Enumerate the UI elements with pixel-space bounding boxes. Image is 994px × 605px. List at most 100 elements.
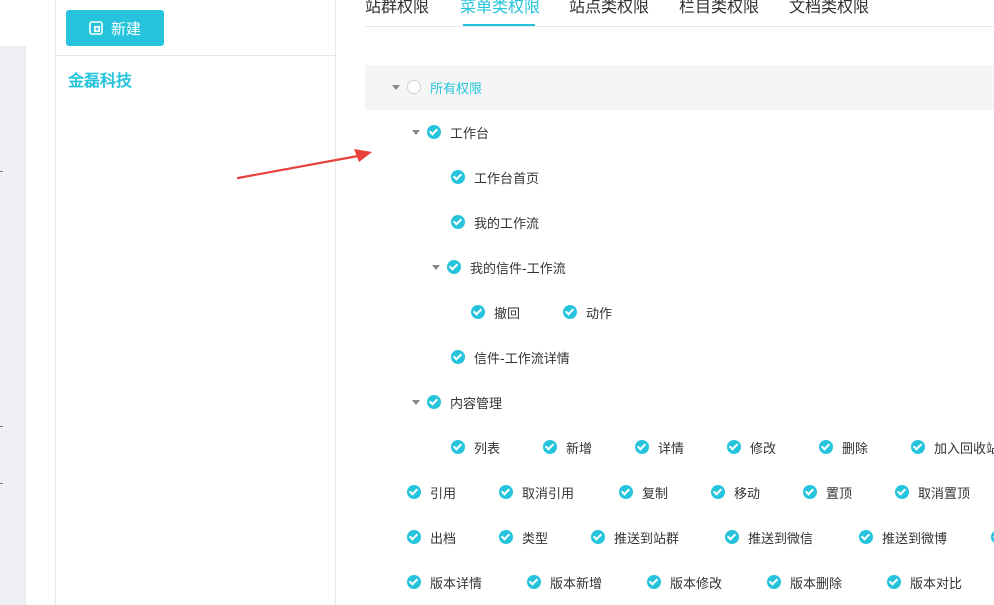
tree-node-pin-top[interactable]: 置顶 xyxy=(803,482,852,502)
checked-circle-icon[interactable] xyxy=(619,485,633,499)
checked-circle-icon[interactable] xyxy=(407,530,421,544)
organization-panel: 新建 金磊科技 xyxy=(55,0,336,605)
tree-node-edit[interactable]: 修改 xyxy=(727,437,776,457)
checked-circle-icon[interactable] xyxy=(725,530,739,544)
tree-node-move-to-recycle-bin[interactable]: 加入回收站 xyxy=(911,437,994,457)
tab-column-permissions[interactable]: 栏目类权限 xyxy=(679,0,759,26)
tree-node-label: 工作台 xyxy=(450,126,490,142)
tree-node-label: 版本详情 xyxy=(430,576,483,592)
tree-node-copy[interactable]: 复制 xyxy=(619,482,668,502)
tree-node-archive-out[interactable]: 出档 xyxy=(407,527,456,547)
checked-circle-icon[interactable] xyxy=(527,575,541,589)
new-button[interactable]: 新建 xyxy=(66,10,164,46)
tree-node-label: 动作 xyxy=(586,306,613,322)
checked-circle-icon[interactable] xyxy=(859,530,873,544)
tree-node-version-delete[interactable]: 版本删除 xyxy=(767,572,842,592)
tree-node-add[interactable]: 新增 xyxy=(543,437,592,457)
expand-caret-icon[interactable] xyxy=(432,264,440,270)
checked-circle-icon[interactable] xyxy=(451,350,465,364)
tree-node-detail[interactable]: 详情 xyxy=(635,437,684,457)
checked-circle-icon[interactable] xyxy=(427,125,441,139)
checked-circle-icon[interactable] xyxy=(803,485,817,499)
checked-circle-icon[interactable] xyxy=(911,440,925,454)
tree-node-cancel-reference[interactable]: 取消引用 xyxy=(499,482,574,502)
tree-node-label: 取消引用 xyxy=(522,486,575,502)
checked-circle-icon[interactable] xyxy=(591,530,605,544)
tree-node-label: 出档 xyxy=(430,531,457,547)
tree-node-version-compare[interactable]: 版本对比 xyxy=(887,572,962,592)
tree-node-label: 删除 xyxy=(842,441,869,457)
tree-node-label: 新增 xyxy=(566,441,593,457)
tree-node-withdraw[interactable]: 撤回 xyxy=(471,302,520,322)
tree-node-version-edit[interactable]: 版本修改 xyxy=(647,572,722,592)
checked-circle-icon[interactable] xyxy=(563,305,577,319)
tree-node-reference[interactable]: 引用 xyxy=(407,482,456,502)
tree-node-label: 推送到站群 xyxy=(614,531,680,547)
tree-node-label: 置顶 xyxy=(826,486,853,502)
checked-circle-icon[interactable] xyxy=(727,440,741,454)
checked-circle-icon[interactable] xyxy=(499,530,513,544)
tree-node-delete[interactable]: 删除 xyxy=(819,437,868,457)
tab-menu-permissions[interactable]: 菜单类权限 xyxy=(460,0,540,26)
tab-site-group-permissions[interactable]: 站群权限 xyxy=(365,0,429,26)
tree-node-move[interactable]: 移动 xyxy=(711,482,760,502)
tree-node-workbench-home[interactable]: 工作台首页 xyxy=(451,167,539,187)
tree-node-all-permissions[interactable]: 所有权限 xyxy=(392,77,482,97)
tree-node-label: 推送到微信 xyxy=(748,531,814,547)
tree-node-version-add[interactable]: 版本新增 xyxy=(527,572,602,592)
organization-name[interactable]: 金磊科技 xyxy=(68,67,132,91)
checked-circle-icon[interactable] xyxy=(407,575,421,589)
checked-circle-icon[interactable] xyxy=(407,485,421,499)
tree-node-content-management[interactable]: 内容管理 xyxy=(412,392,502,412)
tree-node-label: 撤回 xyxy=(494,306,521,322)
tree-node-label: 版本对比 xyxy=(910,576,963,592)
checked-circle-icon[interactable] xyxy=(647,575,661,589)
checked-circle-icon[interactable] xyxy=(711,485,725,499)
checked-circle-icon[interactable] xyxy=(499,485,513,499)
tree-node-action[interactable]: 动作 xyxy=(563,302,612,322)
tree-node-workbench[interactable]: 工作台 xyxy=(412,122,489,142)
expand-caret-icon[interactable] xyxy=(412,129,420,135)
tree-node-my-workflow[interactable]: 我的工作流 xyxy=(451,212,539,232)
checked-circle-icon[interactable] xyxy=(451,170,465,184)
checked-circle-icon[interactable] xyxy=(471,305,485,319)
tree-node-letter-workflow-detail[interactable]: 信件-工作流详情 xyxy=(451,347,570,367)
tree-node-label: 工作台首页 xyxy=(474,171,540,187)
tree-node-unpin-top[interactable]: 取消置顶 xyxy=(895,482,970,502)
checked-circle-icon[interactable] xyxy=(895,485,909,499)
tree-node-label: 类型 xyxy=(522,531,549,547)
checked-circle-icon[interactable] xyxy=(447,260,461,274)
tree-node-label: 取消置顶 xyxy=(918,486,971,502)
checked-circle-icon[interactable] xyxy=(451,215,465,229)
checked-circle-icon[interactable] xyxy=(767,575,781,589)
tree-node-label: 复制 xyxy=(642,486,669,502)
add-document-icon xyxy=(89,21,103,35)
tree-node-label: 引用 xyxy=(430,486,457,502)
checked-circle-icon[interactable] xyxy=(887,575,901,589)
tree-node-label: 我的信件-工作流 xyxy=(470,261,566,277)
tab-site-permissions[interactable]: 站点类权限 xyxy=(569,0,649,26)
permission-tabs: 站群权限 菜单类权限 站点类权限 栏目类权限 文档类权限 xyxy=(365,0,994,27)
tab-document-permissions[interactable]: 文档类权限 xyxy=(789,0,869,26)
tree-node-label: 版本删除 xyxy=(790,576,843,592)
expand-caret-icon[interactable] xyxy=(392,84,400,90)
tree-node-label: 移动 xyxy=(734,486,761,502)
tree-node-label: 列表 xyxy=(474,441,501,457)
new-button-label: 新建 xyxy=(110,19,141,38)
checked-circle-icon[interactable] xyxy=(635,440,649,454)
tree-node-push-to-weibo[interactable]: 推送到微博 xyxy=(859,527,947,547)
tree-node-list[interactable]: 列表 xyxy=(451,437,500,457)
expand-caret-icon[interactable] xyxy=(412,399,420,405)
checked-circle-icon[interactable] xyxy=(427,395,441,409)
tree-node-label: 信件-工作流详情 xyxy=(474,351,570,367)
checked-circle-icon[interactable] xyxy=(543,440,557,454)
tree-node-push-to-site-group[interactable]: 推送到站群 xyxy=(591,527,679,547)
annotation-arrow-icon xyxy=(236,149,372,180)
checked-circle-icon[interactable] xyxy=(819,440,833,454)
tree-node-type[interactable]: 类型 xyxy=(499,527,548,547)
tree-node-push-to-wechat[interactable]: 推送到微信 xyxy=(725,527,813,547)
unchecked-circle-icon[interactable] xyxy=(407,80,421,94)
tree-node-version-detail[interactable]: 版本详情 xyxy=(407,572,482,592)
checked-circle-icon[interactable] xyxy=(451,440,465,454)
tree-node-my-letters-workflow[interactable]: 我的信件-工作流 xyxy=(432,257,566,277)
